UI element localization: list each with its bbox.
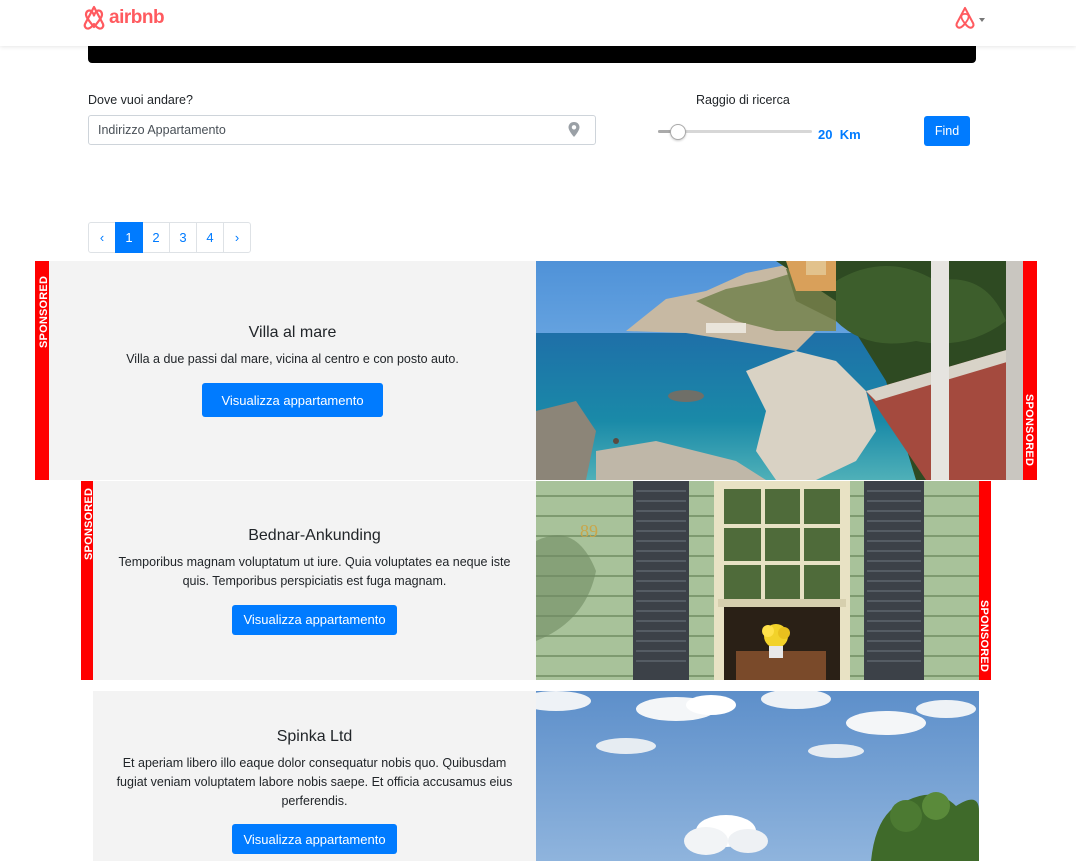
view-apartment-button[interactable]: Visualizza appartamento bbox=[232, 604, 397, 635]
page-4-link[interactable]: 4 bbox=[196, 222, 224, 253]
search-radius-label: Raggio di ricerca bbox=[696, 93, 790, 107]
pagination-prev[interactable]: ‹ bbox=[88, 222, 116, 253]
airbnb-logo[interactable]: airbnb bbox=[82, 5, 165, 31]
listing-photo bbox=[536, 261, 1037, 480]
radius-slider[interactable] bbox=[658, 122, 812, 142]
listing-card: SPONSORED Bednar-Ankunding Temporibus ma… bbox=[81, 481, 991, 680]
seaside-photo bbox=[536, 261, 1037, 480]
map-pin-icon bbox=[568, 122, 580, 137]
listing-title: Villa al mare bbox=[248, 324, 337, 341]
sponsored-label: SPONSORED bbox=[1023, 394, 1035, 467]
top-navbar: airbnb bbox=[0, 0, 1076, 46]
view-apartment-button[interactable]: Visualizza appartamento bbox=[202, 383, 383, 417]
listing-photo: 89 bbox=[536, 481, 991, 680]
sponsored-strip-right: SPONSORED bbox=[979, 481, 991, 680]
page-3-link[interactable]: 3 bbox=[169, 222, 197, 253]
listing-title: Spinka Ltd bbox=[276, 728, 353, 745]
user-menu-dropdown[interactable] bbox=[954, 6, 985, 30]
pagination-next[interactable]: › bbox=[223, 222, 251, 253]
listing-description: Villa a due passi dal mare, vicina al ce… bbox=[126, 352, 459, 366]
address-search-input[interactable] bbox=[88, 115, 596, 145]
find-button[interactable]: Find bbox=[924, 116, 970, 146]
listing-info: Villa al mare Villa a due passi dal mare… bbox=[35, 261, 536, 480]
hero-banner-bar bbox=[88, 46, 976, 63]
slider-handle[interactable] bbox=[670, 124, 686, 140]
radius-unit: Km bbox=[839, 127, 861, 142]
sponsored-label: SPONSORED bbox=[38, 275, 49, 348]
page-1-link[interactable]: 1 bbox=[115, 222, 143, 253]
sponsored-label: SPONSORED bbox=[83, 487, 93, 560]
house-window-photo: 89 bbox=[536, 481, 991, 680]
airbnb-belo-icon bbox=[83, 5, 105, 30]
sponsored-label: SPONSORED bbox=[979, 600, 990, 673]
radius-readout: 20 Km bbox=[818, 127, 861, 142]
page-2-link[interactable]: 2 bbox=[142, 222, 170, 253]
listing-card: SPONSORED Villa al mare Villa a due pass… bbox=[35, 261, 1037, 480]
listing-title: Bednar-Ankunding bbox=[248, 526, 381, 544]
radius-value: 20 bbox=[818, 127, 833, 142]
listing-card: Spinka Ltd Et aperiam libero illo eaque … bbox=[93, 691, 979, 861]
pagination: ‹ 1 2 3 4 › bbox=[88, 222, 251, 253]
house-number: 89 bbox=[580, 521, 598, 541]
brand-name: airbnb bbox=[109, 7, 165, 28]
sponsored-strip-left: SPONSORED bbox=[81, 481, 93, 680]
airbnb-belo-icon bbox=[955, 6, 975, 29]
listing-photo bbox=[536, 691, 979, 861]
listing-description: Temporibus magnam voluptatum ut iure. Qu… bbox=[118, 554, 511, 588]
sky-trees-photo bbox=[536, 691, 979, 861]
chevron-down-icon bbox=[979, 17, 985, 22]
sponsored-strip-left: SPONSORED bbox=[35, 261, 49, 480]
listing-info: Bednar-Ankunding Temporibus magnam volup… bbox=[81, 481, 536, 680]
sponsored-strip-right: SPONSORED bbox=[1023, 261, 1037, 480]
listing-description: Et aperiam libero illo eaque dolor conse… bbox=[116, 756, 513, 808]
destination-label: Dove vuoi andare? bbox=[88, 93, 193, 107]
listing-info: Spinka Ltd Et aperiam libero illo eaque … bbox=[93, 691, 536, 861]
view-apartment-button[interactable]: Visualizza appartamento bbox=[232, 824, 397, 854]
